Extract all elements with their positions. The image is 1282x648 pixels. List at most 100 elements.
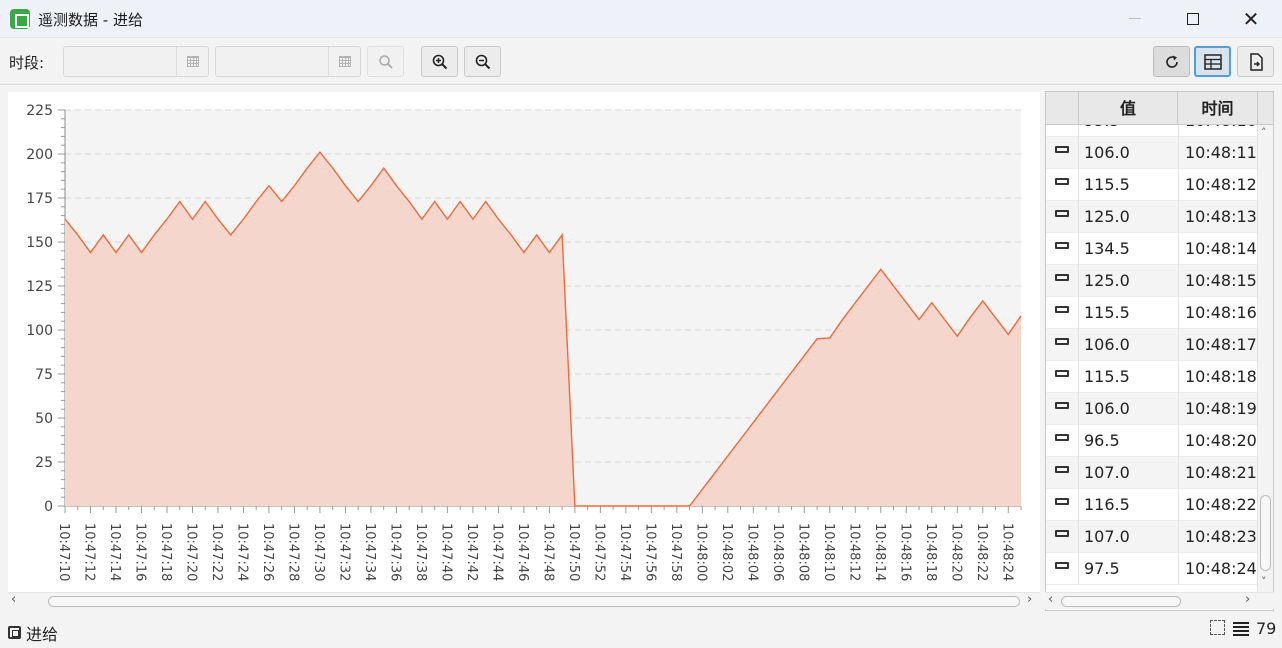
value-cell: 107.0 bbox=[1084, 527, 1130, 546]
row-marker-icon bbox=[1055, 146, 1069, 153]
table-row[interactable]: 106.0 10:48:17 bbox=[1046, 329, 1257, 361]
time-cell: 10:48:16 bbox=[1185, 303, 1257, 322]
cell-divider bbox=[1178, 137, 1179, 169]
row-marker-icon bbox=[1055, 434, 1069, 441]
start-date-input[interactable] bbox=[64, 47, 176, 76]
cell-divider bbox=[1178, 233, 1179, 265]
record-count: 79 bbox=[1256, 619, 1277, 638]
end-date-calendar-button[interactable] bbox=[328, 47, 360, 76]
row-marker-icon bbox=[1055, 370, 1069, 377]
scroll-left-icon[interactable]: ‹ bbox=[1048, 592, 1053, 607]
selection-icon[interactable] bbox=[1210, 620, 1225, 635]
cell-divider bbox=[1078, 125, 1079, 137]
x-tick-label: 10:47:28 bbox=[285, 523, 300, 581]
y-tick-label: 150 bbox=[26, 235, 53, 251]
value-cell: 134.5 bbox=[1084, 239, 1130, 258]
window-title: 遥测数据 - 进给 bbox=[38, 11, 143, 29]
column-header-value[interactable]: 值 bbox=[1079, 92, 1178, 125]
scroll-right-icon[interactable]: › bbox=[1027, 592, 1032, 607]
scroll-up-icon[interactable]: ˄ bbox=[1261, 126, 1267, 139]
table-row[interactable]: 106.0 10:48:11 bbox=[1046, 137, 1257, 169]
x-tick-label: 10:47:38 bbox=[413, 523, 428, 581]
y-tick-label: 200 bbox=[26, 147, 53, 163]
chart-horizontal-scrollbar[interactable]: ‹ › bbox=[8, 592, 1040, 609]
end-date-picker[interactable] bbox=[215, 46, 361, 77]
close-button[interactable]: ✕ bbox=[1228, 0, 1274, 38]
cell-divider bbox=[1178, 265, 1179, 297]
cell-divider bbox=[1178, 553, 1179, 585]
row-marker-icon bbox=[1055, 178, 1069, 185]
table-row[interactable]: 96.5 10:48:20 bbox=[1046, 425, 1257, 457]
scroll-thumb[interactable] bbox=[1061, 596, 1181, 607]
x-tick-label: 10:47:16 bbox=[132, 523, 147, 581]
x-tick-label: 10:48:14 bbox=[872, 523, 887, 581]
scroll-down-icon[interactable]: ˅ bbox=[1261, 575, 1267, 588]
cell-divider bbox=[1078, 393, 1079, 425]
end-date-input[interactable] bbox=[216, 47, 328, 76]
start-date-picker[interactable] bbox=[63, 46, 209, 77]
table-row[interactable]: 97.5 10:48:24 bbox=[1046, 553, 1257, 585]
y-tick-label: 0 bbox=[44, 499, 53, 515]
table-row[interactable]: 134.5 10:48:14 bbox=[1046, 233, 1257, 265]
table-row[interactable]: 107.0 10:48:21 bbox=[1046, 457, 1257, 489]
value-cell: 125.0 bbox=[1084, 207, 1130, 226]
row-marker-icon bbox=[1055, 402, 1069, 409]
table-row[interactable]: 115.5 10:48:18 bbox=[1046, 361, 1257, 393]
x-tick-label: 10:47:50 bbox=[566, 523, 581, 581]
time-cell: 10:48:24 bbox=[1185, 559, 1257, 578]
time-cell: 10:48:11 bbox=[1185, 143, 1257, 162]
scroll-left-icon[interactable]: ‹ bbox=[11, 592, 16, 607]
search-button[interactable] bbox=[367, 46, 404, 77]
value-cell: 125.0 bbox=[1084, 271, 1130, 290]
period-label: 时段: bbox=[9, 54, 45, 72]
table-row[interactable]: 115.5 10:48:12 bbox=[1046, 169, 1257, 201]
scroll-thumb[interactable] bbox=[1260, 495, 1271, 571]
maximize-button[interactable] bbox=[1170, 0, 1216, 38]
cell-divider bbox=[1178, 425, 1179, 457]
x-tick-label: 10:47:48 bbox=[540, 523, 555, 581]
x-tick-label: 10:47:36 bbox=[387, 523, 402, 581]
value-cell: 115.5 bbox=[1084, 367, 1130, 386]
time-cell: 10:48:22 bbox=[1185, 495, 1257, 514]
scroll-thumb[interactable] bbox=[48, 596, 1020, 607]
y-tick-label: 125 bbox=[26, 279, 53, 295]
x-tick-label: 10:47:46 bbox=[515, 523, 530, 581]
x-tick-label: 10:48:04 bbox=[744, 523, 759, 581]
value-cell: 116.5 bbox=[1084, 495, 1130, 514]
toolbar: 时段: bbox=[0, 38, 1282, 85]
x-tick-label: 10:48:12 bbox=[846, 523, 861, 581]
value-cell: 96.5 bbox=[1084, 431, 1120, 450]
table-row[interactable]: 125.0 10:48:13 bbox=[1046, 201, 1257, 233]
y-tick-label: 50 bbox=[35, 411, 53, 427]
chip-icon bbox=[10, 9, 30, 29]
zoom-out-icon bbox=[475, 54, 490, 69]
table-row[interactable]: 125.0 10:48:15 bbox=[1046, 265, 1257, 297]
table-vertical-scrollbar[interactable]: ˄ ˅ bbox=[1257, 125, 1273, 595]
list-icon[interactable] bbox=[1233, 622, 1249, 636]
x-tick-label: 10:47:10 bbox=[56, 523, 71, 581]
x-tick-label: 10:48:10 bbox=[821, 523, 836, 581]
column-header-marker[interactable] bbox=[1046, 92, 1079, 125]
zoom-out-button[interactable] bbox=[464, 46, 501, 77]
column-header-time[interactable]: 时间 bbox=[1178, 92, 1258, 125]
row-marker-icon bbox=[1055, 498, 1069, 505]
chart-panel: 0 25 50 75 100 125 150 175 200 225 10:47:10 10:47:1… bbox=[8, 92, 1040, 592]
table-row[interactable]: 116.5 10:48:22 bbox=[1046, 489, 1257, 521]
time-cell: 10:48:20 bbox=[1185, 431, 1257, 450]
table-row[interactable]: 106.0 10:48:19 bbox=[1046, 393, 1257, 425]
start-date-calendar-button[interactable] bbox=[176, 47, 208, 76]
table-toggle-button[interactable] bbox=[1194, 46, 1231, 77]
minimize-button[interactable] bbox=[1112, 0, 1158, 38]
table-row[interactable]: 115.5 10:48:16 bbox=[1046, 297, 1257, 329]
row-marker-icon bbox=[1055, 274, 1069, 281]
scroll-right-icon[interactable]: › bbox=[1245, 592, 1250, 607]
refresh-button[interactable] bbox=[1153, 46, 1190, 77]
zoom-in-button[interactable] bbox=[421, 46, 458, 77]
x-tick-label: 10:47:54 bbox=[617, 523, 632, 581]
x-tick-label: 10:47:58 bbox=[668, 523, 683, 581]
export-button[interactable] bbox=[1237, 46, 1274, 77]
table-row[interactable]: 107.0 10:48:23 bbox=[1046, 521, 1257, 553]
table-horizontal-scrollbar[interactable]: ‹ › bbox=[1045, 592, 1274, 609]
table-row[interactable]: 95.5 10:48:10 bbox=[1046, 125, 1257, 137]
value-cell: 115.5 bbox=[1084, 175, 1130, 194]
